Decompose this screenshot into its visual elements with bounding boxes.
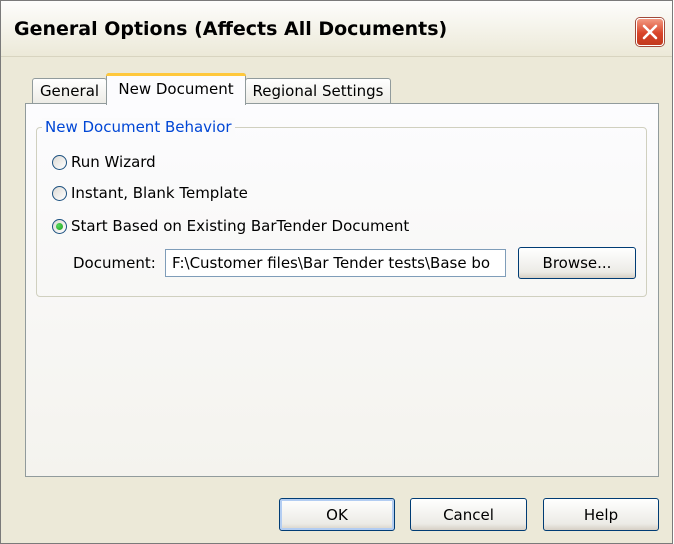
radio-instant-blank-template-label: Instant, Blank Template: [71, 184, 248, 202]
radio-start-existing-document-label: Start Based on Existing BarTender Docume…: [71, 217, 410, 235]
help-button[interactable]: Help: [543, 498, 659, 531]
radio-run-wizard[interactable]: Run Wizard: [52, 151, 156, 173]
radio-run-wizard-label: Run Wizard: [71, 153, 156, 171]
new-document-behavior-group: New Document Behavior Run Wizard Instant…: [36, 118, 647, 297]
tab-general[interactable]: General: [32, 78, 107, 104]
tab-new-document-label: New Document: [118, 80, 234, 98]
close-icon: [642, 24, 658, 40]
document-path-field[interactable]: F:\Customer files\Bar Tender tests\Base …: [165, 249, 506, 277]
tab-general-label: General: [39, 82, 100, 100]
radio-instant-blank-template[interactable]: Instant, Blank Template: [52, 182, 248, 204]
ok-button[interactable]: OK: [279, 498, 395, 531]
tab-regional-settings-label: Regional Settings: [252, 82, 384, 100]
cancel-button[interactable]: Cancel: [410, 498, 527, 531]
document-label: Document:: [73, 254, 156, 272]
tab-new-document[interactable]: New Document: [106, 73, 246, 105]
radio-run-wizard-button[interactable]: [52, 154, 67, 170]
radio-instant-blank-template-button[interactable]: [52, 185, 67, 201]
window-title: General Options (Affects All Documents): [14, 18, 448, 40]
dialog-window: General Options (Affects All Documents) …: [0, 0, 673, 544]
group-title: New Document Behavior: [42, 118, 235, 136]
radio-start-existing-document-button[interactable]: [52, 218, 67, 234]
radio-start-existing-document[interactable]: Start Based on Existing BarTender Docume…: [52, 215, 409, 237]
tab-regional-settings[interactable]: Regional Settings: [245, 78, 391, 104]
browse-button[interactable]: Browse...: [518, 247, 636, 279]
close-button[interactable]: [636, 18, 664, 46]
title-bar[interactable]: General Options (Affects All Documents): [1, 1, 672, 57]
tab-panel: New Document Behavior Run Wizard Instant…: [25, 103, 659, 477]
